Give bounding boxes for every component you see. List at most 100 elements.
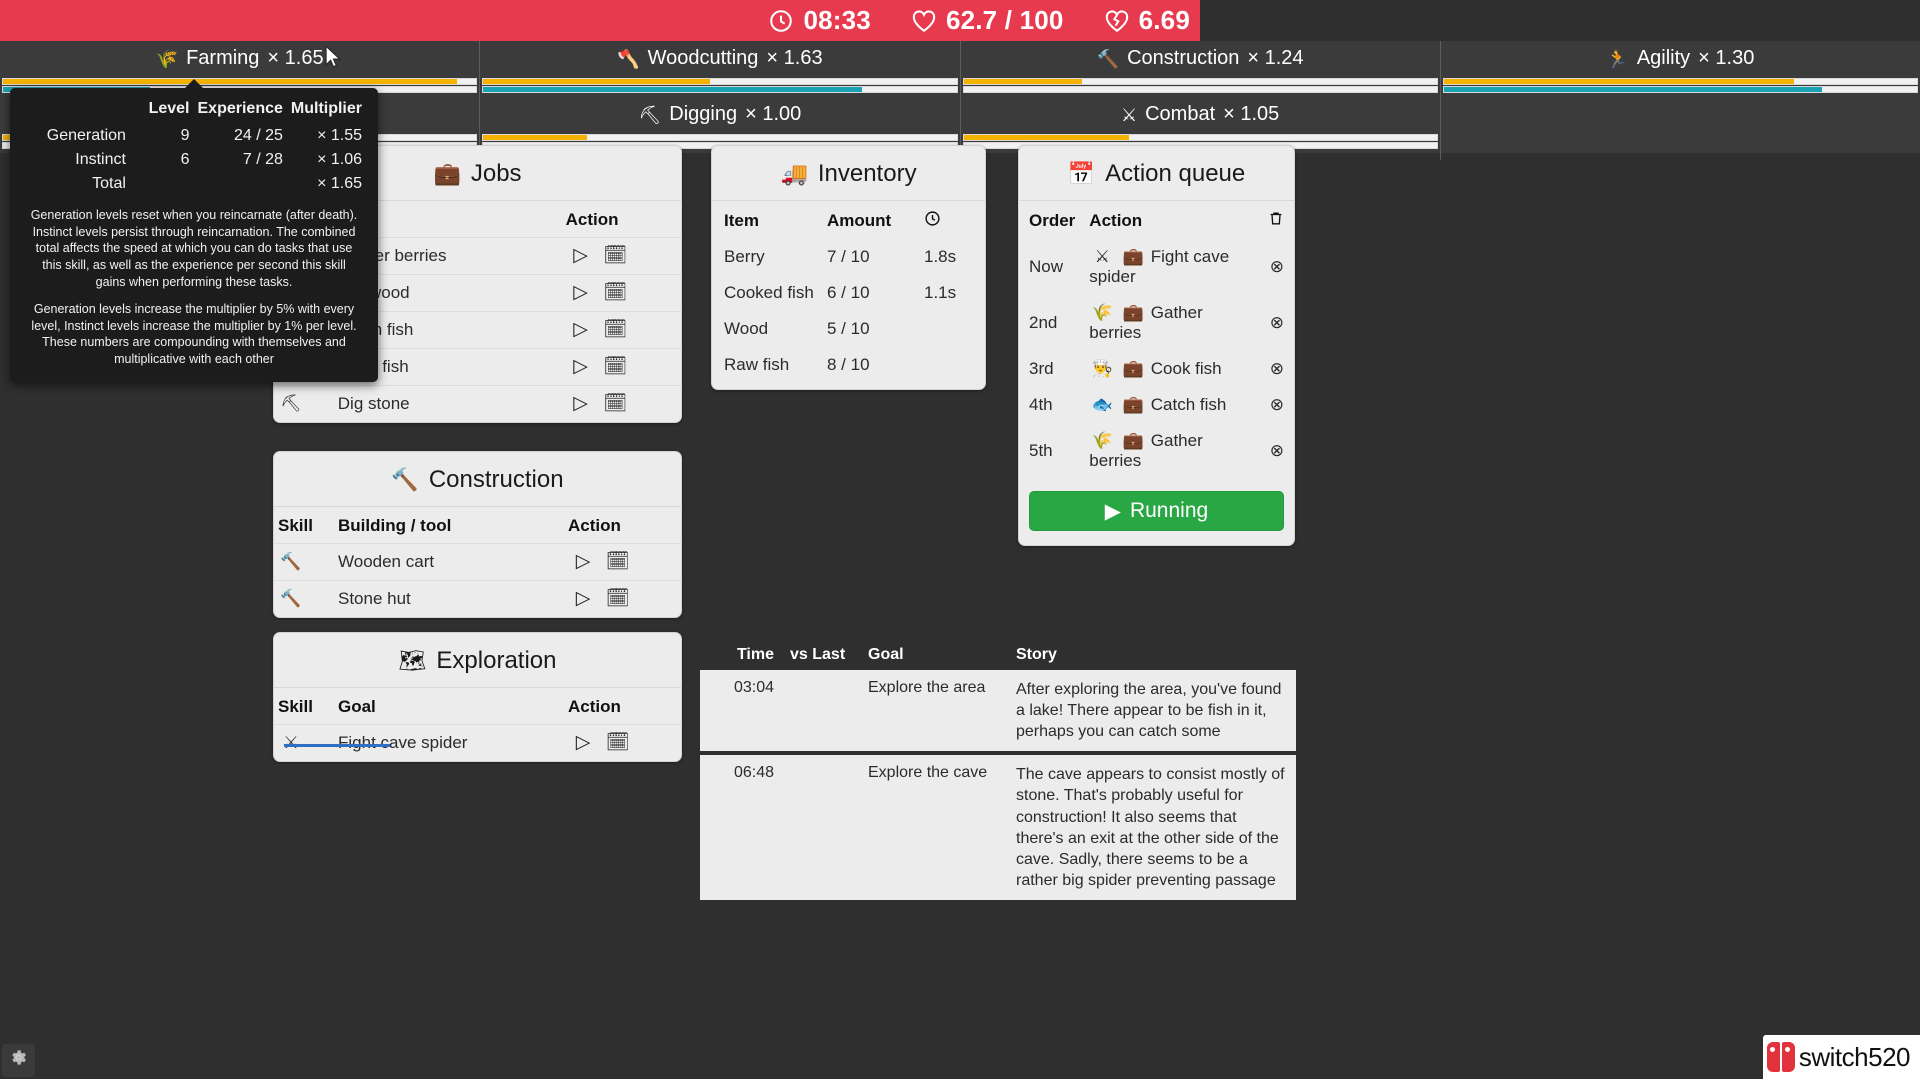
clock-icon xyxy=(768,8,794,34)
play-icon[interactable]: ▷ xyxy=(566,246,596,265)
remove-circle-icon[interactable]: ⊗ xyxy=(1258,351,1294,387)
col-action: Action xyxy=(564,688,681,725)
job-actions: ▷ 🗓 xyxy=(562,275,681,312)
table-row[interactable]: ⚔ Fight cave spider ▷ 🗓 xyxy=(274,725,681,762)
tooltip-experience xyxy=(193,172,286,196)
tooltip-col-blank xyxy=(22,98,130,124)
job-skill-icon: ⛏ xyxy=(274,386,334,423)
skill-xp-bar-generation xyxy=(963,78,1438,85)
story-log: Time vs Last Goal Story 03:04 Explore th… xyxy=(700,640,1296,900)
calendar-plus-icon[interactable]: 🗓 xyxy=(600,246,630,265)
skill-multiplier: × 1.05 xyxy=(1223,103,1279,126)
skill-xp-bar-generation xyxy=(2,78,477,85)
table-row: Berry 7 / 10 1.8s xyxy=(712,239,985,275)
col-goal: Goal xyxy=(860,640,1008,670)
table-row[interactable]: Now ⚔ 💼 Fight cave spider ⊗ xyxy=(1019,239,1294,295)
skill-name: Farming xyxy=(186,47,259,70)
tooltip-col-multiplier: Multiplier xyxy=(287,98,366,124)
col-amount: Amount xyxy=(827,201,912,239)
table-row: 03:04 Explore the area After exploring t… xyxy=(700,670,1296,753)
play-icon[interactable]: ▷ xyxy=(566,283,596,302)
skill-tab-woodcutting[interactable]: 🪓 Woodcutting × 1.63 xyxy=(480,41,959,97)
inventory-item-rate xyxy=(912,311,985,347)
calendar-plus-icon[interactable]: 🗓 xyxy=(600,357,630,376)
tooltip-paragraph-1: Generation levels reset when you reincar… xyxy=(22,207,366,290)
action-queue-table: Order Action Now ⚔ 💼 Fight cave spider ⊗… xyxy=(1019,201,1294,479)
table-header-row: Skill Building / tool Action xyxy=(274,507,681,544)
skill-multiplier: × 1.65 xyxy=(267,47,323,70)
queue-action: 🌾 💼 Gather berries xyxy=(1079,295,1258,351)
run-toggle-button[interactable]: ▶ Running xyxy=(1029,491,1284,531)
construction-table: Skill Building / tool Action 🔨 Wooden ca… xyxy=(274,507,681,617)
table-row: Generation 9 24 / 25 × 1.55 xyxy=(22,124,366,148)
play-icon[interactable]: ▷ xyxy=(566,394,596,413)
table-row[interactable]: 🔨 Stone hut ▷ 🗓 xyxy=(274,581,681,618)
settings-button[interactable] xyxy=(2,1044,35,1077)
tooltip-multiplier: × 1.55 xyxy=(287,124,366,148)
construction-name: Wooden cart xyxy=(334,544,564,581)
clear-queue-button[interactable] xyxy=(1258,201,1294,239)
queue-action: ⚔ 💼 Fight cave spider xyxy=(1079,239,1258,295)
construction-actions: ▷ 🗓 xyxy=(564,544,681,581)
col-goal: Goal xyxy=(334,688,564,725)
inventory-item-name: Raw fish xyxy=(712,347,827,389)
table-row[interactable]: 2nd 🌾 💼 Gather berries ⊗ xyxy=(1019,295,1294,351)
table-row[interactable]: 4th 🐟 💼 Catch fish ⊗ xyxy=(1019,387,1294,423)
reincarnation-stat: 6.69 xyxy=(1104,5,1190,36)
exploration-goal-name: Fight cave spider xyxy=(334,725,564,762)
job-name: Dig stone xyxy=(334,386,562,423)
remove-circle-icon[interactable]: ⊗ xyxy=(1258,239,1294,295)
calendar-plus-icon[interactable]: 🗓 xyxy=(600,394,630,413)
skill-multiplier: × 1.30 xyxy=(1698,47,1754,70)
table-row: Cooked fish 6 / 10 1.1s xyxy=(712,275,985,311)
remove-circle-icon[interactable]: ⊗ xyxy=(1258,295,1294,351)
run-toggle-label: Running xyxy=(1130,499,1208,523)
table-header-row: Order Action xyxy=(1019,201,1294,239)
inventory-item-rate: 1.1s xyxy=(912,275,985,311)
col-skill: Skill xyxy=(274,507,334,544)
play-icon[interactable]: ▷ xyxy=(568,589,598,608)
exploration-panel-title: 🗺 Exploration xyxy=(274,633,681,688)
game-time-stat: 08:33 xyxy=(768,5,871,36)
calendar-plus-icon[interactable]: 🗓 xyxy=(600,283,630,302)
skill-tab-construction[interactable]: 🔨 Construction × 1.24 xyxy=(961,41,1440,97)
table-row[interactable]: 5th 🌾 💼 Gather berries ⊗ xyxy=(1019,423,1294,479)
remove-circle-icon[interactable]: ⊗ xyxy=(1258,387,1294,423)
action-queue-panel-title: 📅 Action queue xyxy=(1019,146,1294,201)
skill-column-2: 🪓 Woodcutting × 1.63 ⛏ Digging × 1.00 xyxy=(479,41,959,160)
skill-name: Construction xyxy=(1127,47,1239,70)
table-row[interactable]: ⛏ Dig stone ▷ 🗓 xyxy=(274,386,681,423)
table-header-row: Time vs Last Goal Story xyxy=(700,640,1296,670)
col-item: Item xyxy=(712,201,827,239)
table-header-row: Item Amount xyxy=(712,201,985,239)
tooltip-experience: 24 / 25 xyxy=(193,124,286,148)
calendar-plus-icon[interactable]: 🗓 xyxy=(603,552,633,571)
skill-xp-bar-generation xyxy=(482,134,957,141)
skill-xp-bar-instinct xyxy=(1443,86,1918,93)
joycon-icon xyxy=(1767,1042,1795,1072)
tooltip-table: Level Experience Multiplier Generation 9… xyxy=(22,98,366,196)
queue-action: 🐟 💼 Catch fish xyxy=(1079,387,1258,423)
broken-heart-icon xyxy=(1104,9,1130,33)
inventory-item-amount: 5 / 10 xyxy=(827,311,912,347)
skill-tab-agility[interactable]: 🏃 Agility × 1.30 xyxy=(1441,41,1920,97)
table-row[interactable]: 🔨 Wooden cart ▷ 🗓 xyxy=(274,544,681,581)
skill-multiplier: × 1.00 xyxy=(745,103,801,126)
inventory-table: Item Amount Berry 7 / 10 1.8s Cooked fis… xyxy=(712,201,985,389)
skill-multiplier: × 1.63 xyxy=(766,47,822,70)
table-row[interactable]: 3rd 👨‍🍳 💼 Cook fish ⊗ xyxy=(1019,351,1294,387)
story-goal: Explore the area xyxy=(860,670,1008,753)
briefcase-icon: 💼 xyxy=(433,161,460,187)
calendar-plus-icon[interactable]: 🗓 xyxy=(600,320,630,339)
play-icon[interactable]: ▷ xyxy=(566,357,596,376)
queue-order: 2nd xyxy=(1019,295,1079,351)
play-icon: ▶ xyxy=(1105,499,1121,524)
remove-circle-icon[interactable]: ⊗ xyxy=(1258,423,1294,479)
play-icon[interactable]: ▷ xyxy=(566,320,596,339)
calendar-plus-icon[interactable]: 🗓 xyxy=(603,733,633,752)
calendar-plus-icon[interactable]: 🗓 xyxy=(603,589,633,608)
exploration-actions: ▷ 🗓 xyxy=(564,725,681,762)
skill-column-4: 🏃 Agility × 1.30 xyxy=(1440,41,1920,160)
play-icon[interactable]: ▷ xyxy=(568,552,598,571)
play-icon[interactable]: ▷ xyxy=(568,733,598,752)
